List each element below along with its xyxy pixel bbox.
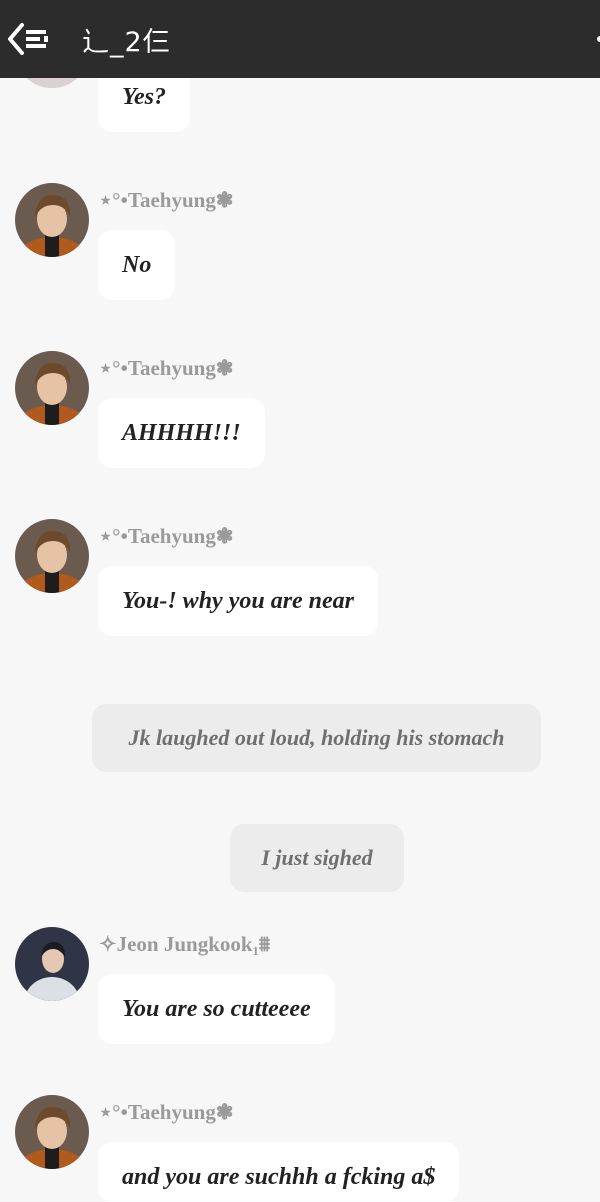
message-bubble: AHHHH!!! [98,398,265,468]
sender-name: ⋆°•Taehyung❃ [99,524,234,548]
message-bubble: You-! why you are near [98,566,379,636]
avatar-taehyung[interactable] [15,1095,89,1169]
avatar-taehyung[interactable] [15,351,89,425]
message-bubble: and you are suchhh a fcking a$ [98,1142,460,1202]
sender-name: ⋆°•Taehyung❃ [99,1100,234,1124]
sender-name: ⋆°•Taehyung❃ [99,188,234,212]
avatar-taehyung[interactable] [15,519,89,593]
narration-bubble: Jk laughed out loud, holding his stomach [92,704,541,772]
avatar-taehyung[interactable] [15,183,89,257]
back-list-icon [8,23,48,55]
top-bar: 辶_2仨 [0,0,600,78]
message-bubble: No [98,230,176,300]
more-icon [597,36,600,42]
message-bubble: You are so cutteeee [98,974,335,1044]
sender-name: ⋆°•Taehyung❃ [99,356,234,380]
narration-bubble: I just sighed [230,824,404,892]
back-button[interactable] [6,22,52,56]
more-menu-button[interactable] [594,26,600,52]
chat-title: 辶_2仨 [82,27,171,58]
sender-name: ✧Jeon Jungkook₁⩩ [99,932,271,956]
avatar-jungkook[interactable] [15,927,89,1001]
